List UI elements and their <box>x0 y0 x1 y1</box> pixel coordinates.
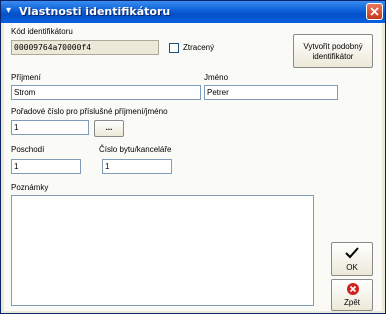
surname-label: Příjmení <box>11 73 41 82</box>
dialog-body: Kód identifikátoru 00009764a70000f4 Ztra… <box>4 23 382 311</box>
lost-label[interactable]: Ztracený <box>183 43 214 52</box>
name-label: Jméno <box>204 73 229 82</box>
ok-label: OK <box>346 263 358 272</box>
code-field: 00009764a70000f4 <box>11 40 159 55</box>
window-menu-icon[interactable]: ▾ <box>6 6 16 16</box>
order-browse-label: ... <box>105 123 113 132</box>
office-label: Číslo bytu/kanceláře <box>99 145 172 154</box>
surname-input[interactable]: Strom <box>11 85 201 100</box>
close-icon <box>370 7 379 16</box>
cancel-icon <box>347 283 359 295</box>
floor-input[interactable]: 1 <box>11 159 81 174</box>
order-browse-button[interactable]: ... <box>94 120 124 137</box>
order-input[interactable]: 1 <box>11 120 89 135</box>
checkmark-icon <box>345 247 359 259</box>
office-input[interactable]: 1 <box>102 159 172 174</box>
create-similar-button[interactable]: Vytvořit podobný identifikátor <box>293 34 373 68</box>
floor-label: Poschodí <box>11 145 45 154</box>
notes-label: Poznámky <box>11 183 49 192</box>
create-similar-label: Vytvořit podobný identifikátor <box>303 42 363 61</box>
window-title: Vlastnosti identifikátoru <box>19 5 171 18</box>
back-button[interactable]: Zpět <box>331 279 373 311</box>
name-input[interactable]: Petrer <box>204 85 338 100</box>
lost-checkbox[interactable] <box>169 43 179 53</box>
ok-button[interactable]: OK <box>331 242 373 276</box>
code-label: Kód identifikátoru <box>11 27 73 36</box>
title-bar[interactable]: ▾ Vlastnosti identifikátoru <box>1 1 385 23</box>
dialog-window: ▾ Vlastnosti identifikátoru Kód identifi… <box>0 0 386 314</box>
close-button[interactable] <box>366 3 383 20</box>
back-label: Zpět <box>343 298 360 307</box>
notes-textarea[interactable] <box>11 195 314 306</box>
order-label: Pořadové číslo pro příslušné příjmení/jm… <box>11 107 168 116</box>
